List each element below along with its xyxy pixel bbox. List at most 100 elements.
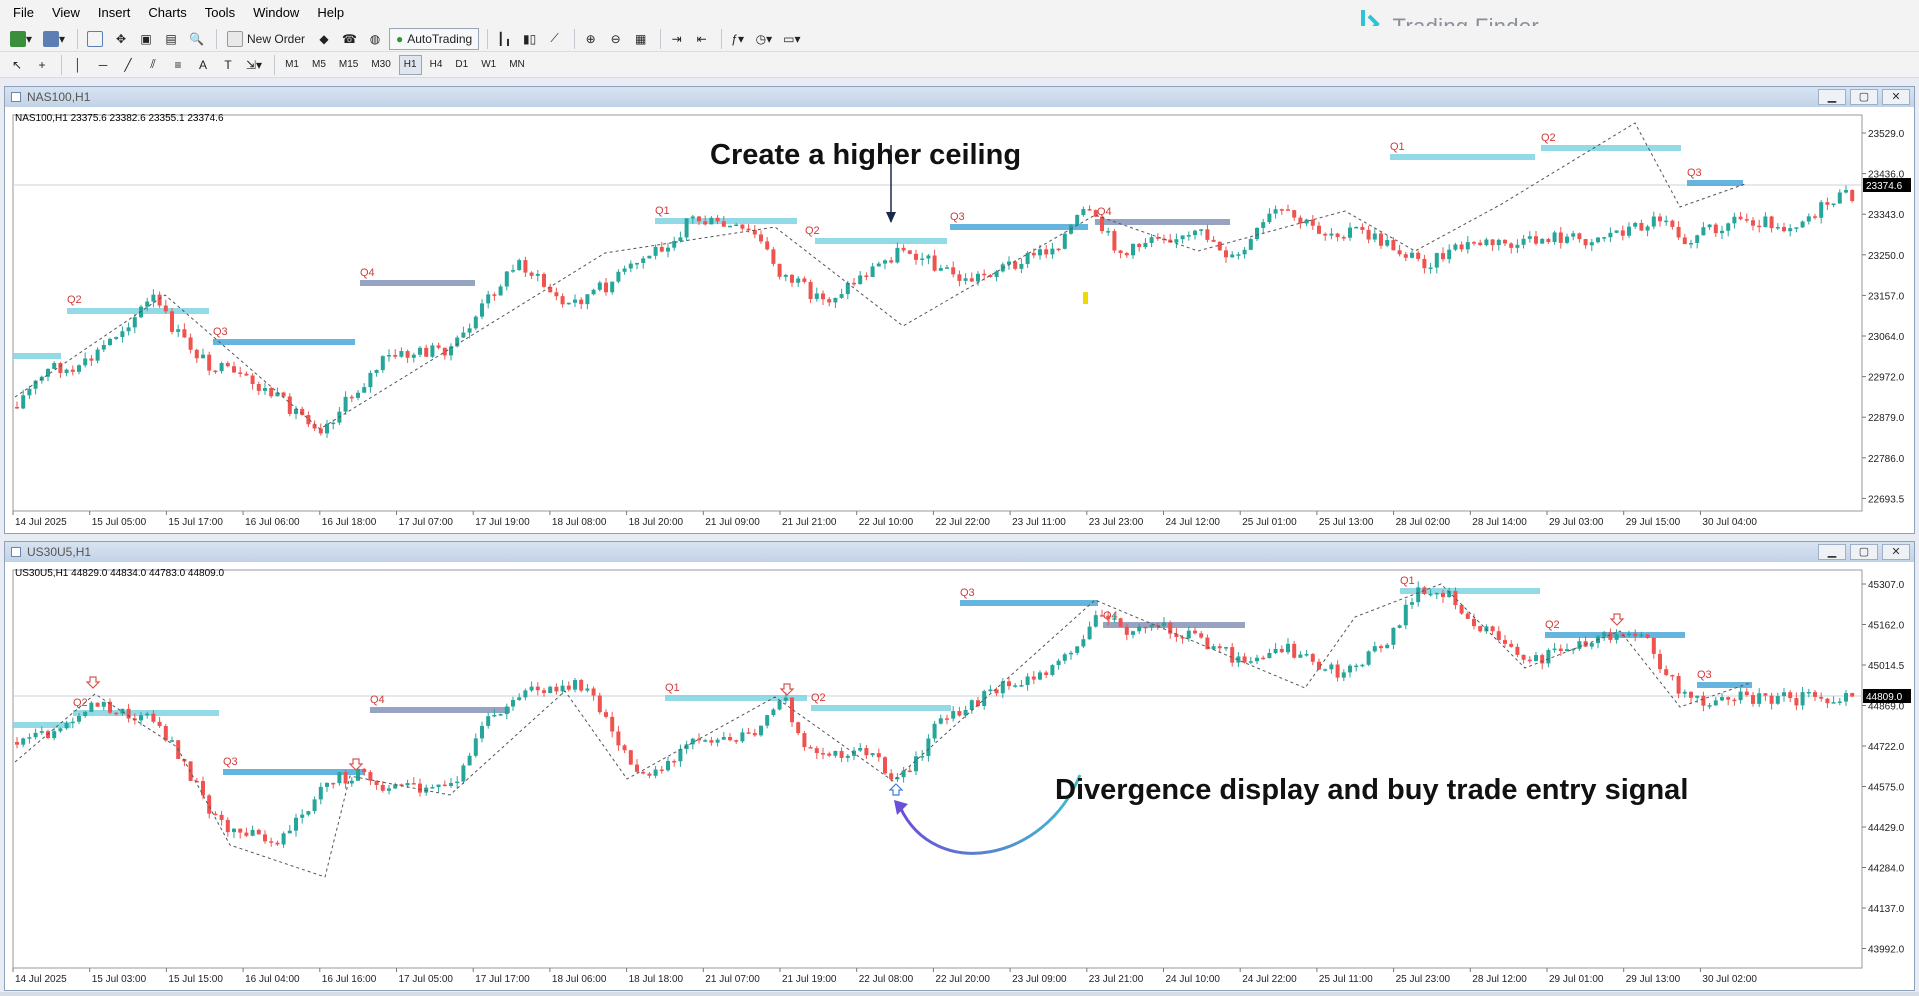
candle-body (1819, 202, 1824, 218)
signals-icon[interactable]: ☎ (338, 28, 361, 50)
chart-window-nas100[interactable]: NAS100,H1 ▁ ▢ ✕ 23529.0 23436.0 23343.0 232… (4, 86, 1915, 534)
market-icon[interactable]: ◍ (364, 28, 386, 50)
autotrading-icon: ● (395, 31, 404, 46)
vertical-line-icon[interactable]: │ (67, 54, 89, 76)
timeframe-mn[interactable]: MN (504, 55, 530, 75)
candle-body (635, 764, 639, 772)
menu-view[interactable]: View (43, 0, 89, 26)
templates-icon[interactable]: ▭▾ (779, 28, 804, 50)
maximize-button[interactable]: ▢ (1850, 89, 1878, 105)
menu-tools[interactable]: Tools (196, 0, 244, 26)
chart-titlebar[interactable]: US30U5,H1 (5, 542, 1914, 562)
candle-body (58, 363, 63, 373)
timeframe-m5[interactable]: M5 (307, 55, 331, 75)
autoscroll-icon[interactable]: ⇥ (666, 28, 688, 50)
candle-body (1031, 252, 1036, 256)
text-label-icon[interactable]: T (217, 54, 239, 76)
market-watch-icon[interactable] (83, 28, 107, 50)
timeframe-w1[interactable]: W1 (476, 55, 501, 75)
profiles-icon[interactable]: ▾ (39, 28, 69, 50)
candle-body (331, 422, 336, 425)
new-chart-icon[interactable]: ▾ (6, 28, 36, 50)
menu-charts[interactable]: Charts (139, 0, 195, 26)
candle-body (492, 714, 497, 717)
timeframe-m30[interactable]: M30 (366, 55, 395, 75)
strategy-tester-icon[interactable]: 🔍 (185, 28, 208, 50)
candle-body (1180, 235, 1185, 240)
candle-body (213, 370, 218, 373)
candle-body (1453, 591, 1458, 606)
candle-body (1031, 676, 1036, 680)
fibonacci-icon[interactable]: ≡ (167, 54, 189, 76)
data-window-icon[interactable]: ✥ (110, 28, 132, 50)
autotrading-button[interactable]: ● AutoTrading (388, 27, 480, 50)
x-tick-label: 21 Jul 07:00 (705, 974, 760, 985)
candle-body (1236, 254, 1241, 256)
timeframe-m1[interactable]: M1 (280, 55, 304, 75)
timeframe-h1[interactable]: H1 (398, 54, 422, 75)
candle-body (1837, 192, 1842, 204)
indicators-icon[interactable]: ƒ▾ (727, 28, 749, 50)
close-button[interactable]: ✕ (1882, 89, 1910, 105)
candle-body (1348, 665, 1352, 673)
text-icon[interactable]: A (192, 54, 214, 76)
close-button[interactable]: ✕ (1882, 544, 1910, 560)
candle-body (802, 733, 807, 748)
x-tick-label: 18 Jul 06:00 (552, 974, 607, 985)
timeframe-d1[interactable]: D1 (450, 55, 473, 75)
candlestick-icon[interactable]: ▮▯ (519, 28, 541, 50)
x-tick-label: 16 Jul 18:00 (322, 517, 377, 528)
terminal-icon[interactable]: ▤ (160, 28, 182, 50)
bar-chart-icon[interactable]: ┃╻ (493, 28, 515, 50)
candle-body (814, 293, 819, 300)
candle-body (1583, 239, 1588, 246)
candle-body (1534, 236, 1538, 244)
candle-body (1112, 618, 1117, 620)
menu-file[interactable]: File (4, 0, 43, 26)
channel-icon[interactable]: ⫽ (142, 54, 164, 76)
candle-body (864, 748, 869, 756)
horizontal-line-icon[interactable]: ─ (92, 54, 114, 76)
crosshair-icon[interactable]: + (31, 54, 53, 76)
navigator-icon[interactable]: ▣ (135, 28, 157, 50)
quarter-label: Q3 (1697, 669, 1712, 681)
candle-body (356, 768, 360, 781)
candle-body (70, 721, 75, 724)
candle-body (1844, 693, 1848, 702)
zoom-out-icon[interactable]: ⊖ (605, 28, 627, 50)
candle-body (1782, 226, 1786, 232)
timeframe-m15[interactable]: M15 (334, 55, 363, 75)
candle-body (492, 294, 497, 296)
chart-shift-icon[interactable]: ⇤ (691, 28, 713, 50)
chart-window-us30[interactable]: US30U5,H1 ▁ ▢ ✕ 45307.0 45162.0 45014.5 448… (4, 541, 1915, 991)
menu-window[interactable]: Window (244, 0, 308, 26)
trendline-icon[interactable]: ╱ (117, 54, 139, 76)
tile-windows-icon[interactable]: ▦ (630, 28, 652, 50)
metaeditor-icon[interactable]: ◆ (313, 28, 335, 50)
menu-help[interactable]: Help (308, 0, 353, 26)
candle-body (1149, 624, 1154, 628)
minimize-button[interactable]: ▁ (1818, 89, 1846, 105)
arrows-icon[interactable]: ⇲▾ (242, 54, 266, 76)
quarter-zone (370, 707, 510, 713)
candle-body (920, 258, 925, 260)
candle-body (1162, 622, 1166, 626)
new-order-button[interactable]: New Order (222, 28, 310, 50)
cursor-icon[interactable]: ↖ (6, 54, 28, 76)
menu-insert[interactable]: Insert (89, 0, 140, 26)
candle-body (1292, 210, 1297, 218)
timeframe-h4[interactable]: H4 (425, 55, 448, 75)
chart-window-icon (11, 547, 21, 557)
candle-body (517, 697, 522, 701)
maximize-button[interactable]: ▢ (1850, 544, 1878, 560)
chart-titlebar[interactable]: NAS100,H1 (5, 87, 1914, 107)
quarter-label: Q2 (811, 692, 826, 704)
candle-body (39, 731, 44, 733)
candle-body (628, 263, 633, 269)
line-chart-icon[interactable]: ⟋ (544, 28, 566, 50)
periods-icon[interactable]: ◷▾ (752, 28, 777, 50)
candle-body (145, 301, 150, 307)
candle-body (1782, 692, 1786, 697)
minimize-button[interactable]: ▁ (1818, 544, 1846, 560)
zoom-in-icon[interactable]: ⊕ (580, 28, 602, 50)
